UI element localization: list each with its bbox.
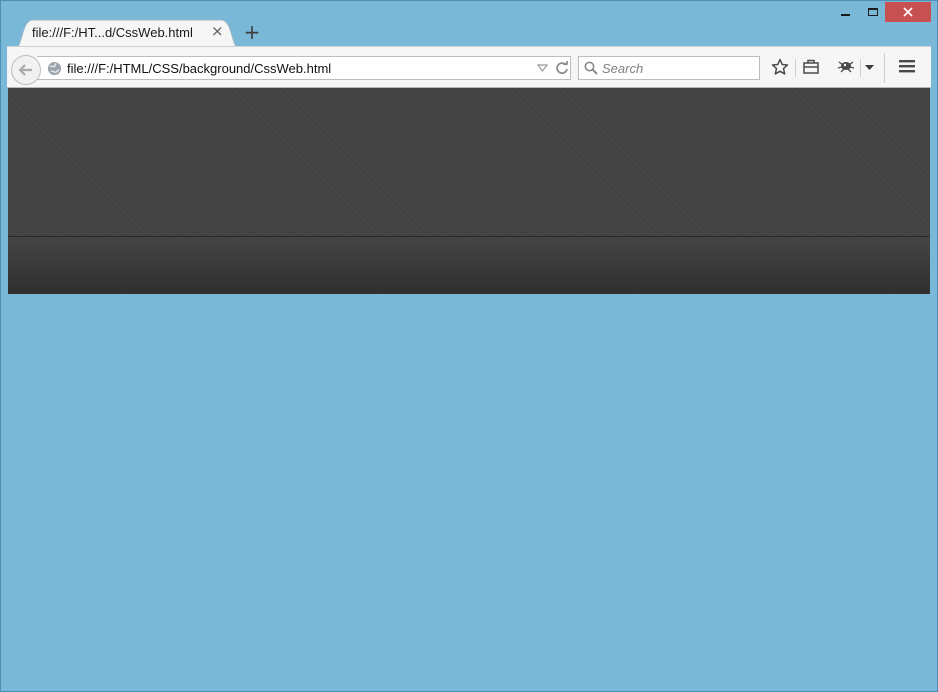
toolbar-divider (860, 59, 861, 77)
navigation-toolbar: file:///F:/HTML/CSS/background/CssWeb.ht… (7, 46, 931, 88)
page-body (8, 294, 930, 684)
search-icon (584, 61, 598, 75)
toolbar-divider (795, 59, 796, 77)
new-tab-button[interactable]: + (243, 22, 261, 42)
toolbar-divider (884, 53, 885, 83)
close-icon (903, 7, 913, 17)
globe-icon (47, 61, 62, 76)
reload-icon[interactable] (555, 61, 569, 75)
minimize-icon (840, 14, 850, 16)
url-text[interactable]: file:///F:/HTML/CSS/background/CssWeb.ht… (67, 61, 331, 76)
url-dropdown-icon[interactable] (537, 64, 548, 72)
briefcase-icon[interactable] (803, 59, 819, 74)
close-window-button[interactable] (885, 2, 931, 22)
maximize-button[interactable] (859, 2, 887, 22)
tab-title: file:///F:/HT...d/CssWeb.html (32, 25, 193, 40)
bug-icon[interactable] (837, 59, 855, 73)
page-header-banner (8, 88, 930, 236)
back-button[interactable] (11, 55, 41, 85)
maximize-icon (868, 8, 878, 16)
tab-active[interactable]: file:///F:/HT...d/CssWeb.html × (15, 18, 239, 48)
hamburger-menu-icon[interactable] (899, 59, 915, 73)
minimize-button[interactable] (831, 2, 859, 22)
tab-close-icon[interactable]: × (211, 23, 225, 39)
star-icon[interactable] (771, 58, 789, 76)
search-placeholder: Search (602, 61, 644, 76)
page-nav-band (8, 236, 930, 294)
chevron-down-icon[interactable] (865, 65, 874, 71)
browser-window: file:///F:/HT...d/CssWeb.html × + file:/… (0, 0, 938, 692)
search-input[interactable]: Search (578, 56, 760, 80)
back-arrow-icon (19, 64, 32, 76)
address-bar[interactable]: file:///F:/HTML/CSS/background/CssWeb.ht… (37, 56, 571, 80)
